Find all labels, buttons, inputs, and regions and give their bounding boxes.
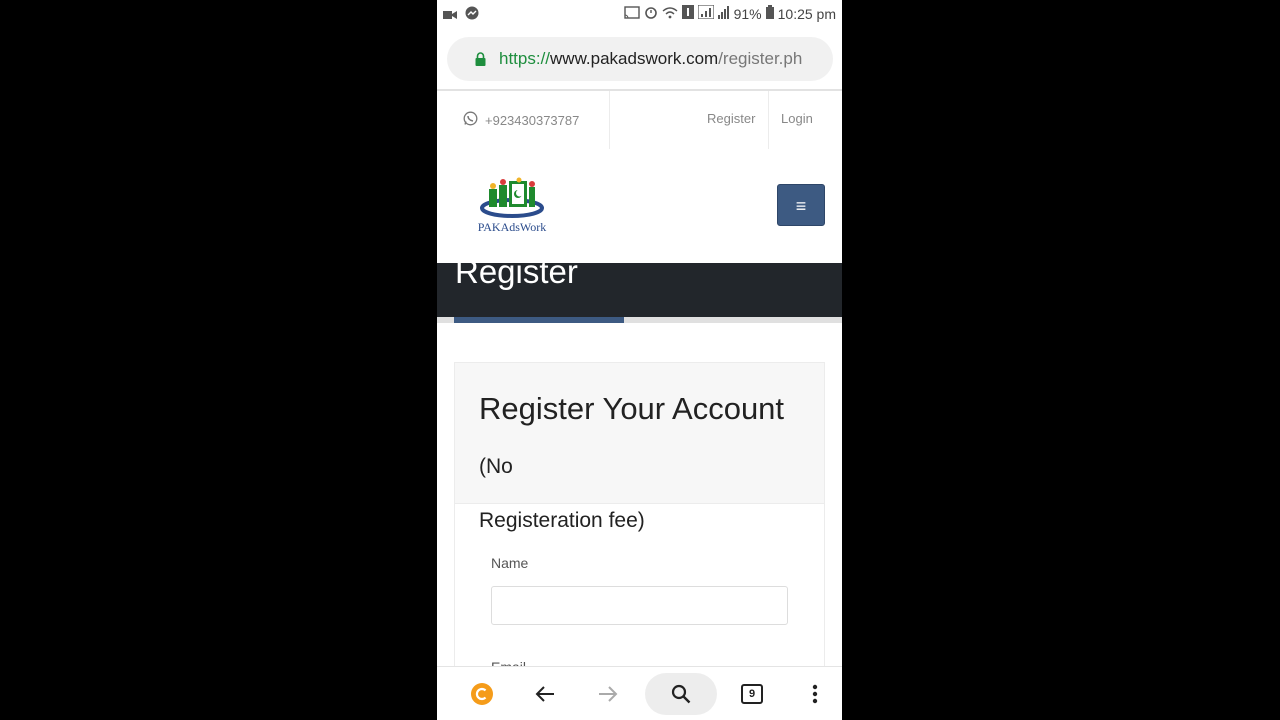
more-vertical-icon [812,684,818,704]
battery-percent: 91% [733,5,762,22]
card-title-main: Register Your Account [479,391,785,426]
phone-screen: 91% 10:25 pm https://www.pakadswork.com/… [437,0,842,720]
login-link[interactable]: Login [781,111,813,126]
search-icon [671,684,691,704]
page-title: Register [455,253,578,290]
signal-strength-icon [696,4,715,22]
back-button[interactable] [529,667,561,720]
browser-bottom-bar: 9 [437,666,842,720]
name-input[interactable] [491,586,788,625]
url-path: /register.ph [718,49,803,68]
address-bar[interactable]: https://www.pakadswork.com/register.ph [447,37,833,81]
register-link[interactable]: Register [707,111,755,126]
card-title-sub-2: Registeration fee) [479,509,645,532]
banner-underline-accent [454,317,624,323]
lock-icon [475,52,486,71]
site-header: PAKAdsWork ≡ [437,149,842,263]
hamburger-icon: ≡ [795,196,807,216]
url-scheme: https:// [499,49,551,68]
browser-home-button[interactable] [465,667,499,720]
cast-icon [623,5,640,22]
status-left [443,6,479,23]
search-icon-wrap [645,667,717,720]
wifi-icon [662,6,678,22]
whatsapp-contact[interactable]: +923430373787 [463,111,579,129]
status-right: 91% 10:25 pm [623,4,836,22]
tab-count-icon: 9 [741,684,763,704]
card-header: Register Your Account (No Registeration f… [455,363,824,532]
url-text[interactable]: https://www.pakadswork.com/register.ph [499,49,802,69]
sim-icon [681,5,694,22]
browser-logo-icon [471,683,493,705]
search-button[interactable] [645,673,717,715]
arrow-right-icon [599,686,618,702]
clock: 10:25 pm [777,5,836,22]
card-title: Register Your Account (No Registeration f… [479,383,819,549]
tabs-button[interactable]: 9 [737,667,767,720]
signal-bars-icon [717,5,730,22]
site-logo[interactable]: PAKAdsWork [467,177,557,235]
logo-graphic [480,177,544,218]
alarm-icon [644,5,658,22]
register-card: Register Your Account (No Registeration f… [454,362,825,702]
video-camera-icon [443,7,457,23]
url-host: www.pakadswork.com [550,49,719,68]
logo-text: PAKAdsWork [477,220,547,234]
hamburger-menu-button[interactable]: ≡ [777,184,825,226]
page-banner: Register [437,253,842,317]
status-bar: 91% 10:25 pm [437,0,842,28]
arrow-left-icon [535,686,554,702]
battery-icon [765,5,774,22]
topbar-divider [768,91,769,149]
forward-button[interactable] [592,667,624,720]
topbar-divider [609,91,610,149]
name-label: Name [491,555,529,571]
messenger-icon [465,6,479,23]
top-info-bar: +923430373787 Register Login [437,91,842,150]
whatsapp-icon [463,111,478,129]
more-options-button[interactable] [801,667,829,720]
card-title-sub-1: (No [479,455,513,478]
banner-underline [437,317,842,323]
phone-number: +923430373787 [485,112,580,128]
